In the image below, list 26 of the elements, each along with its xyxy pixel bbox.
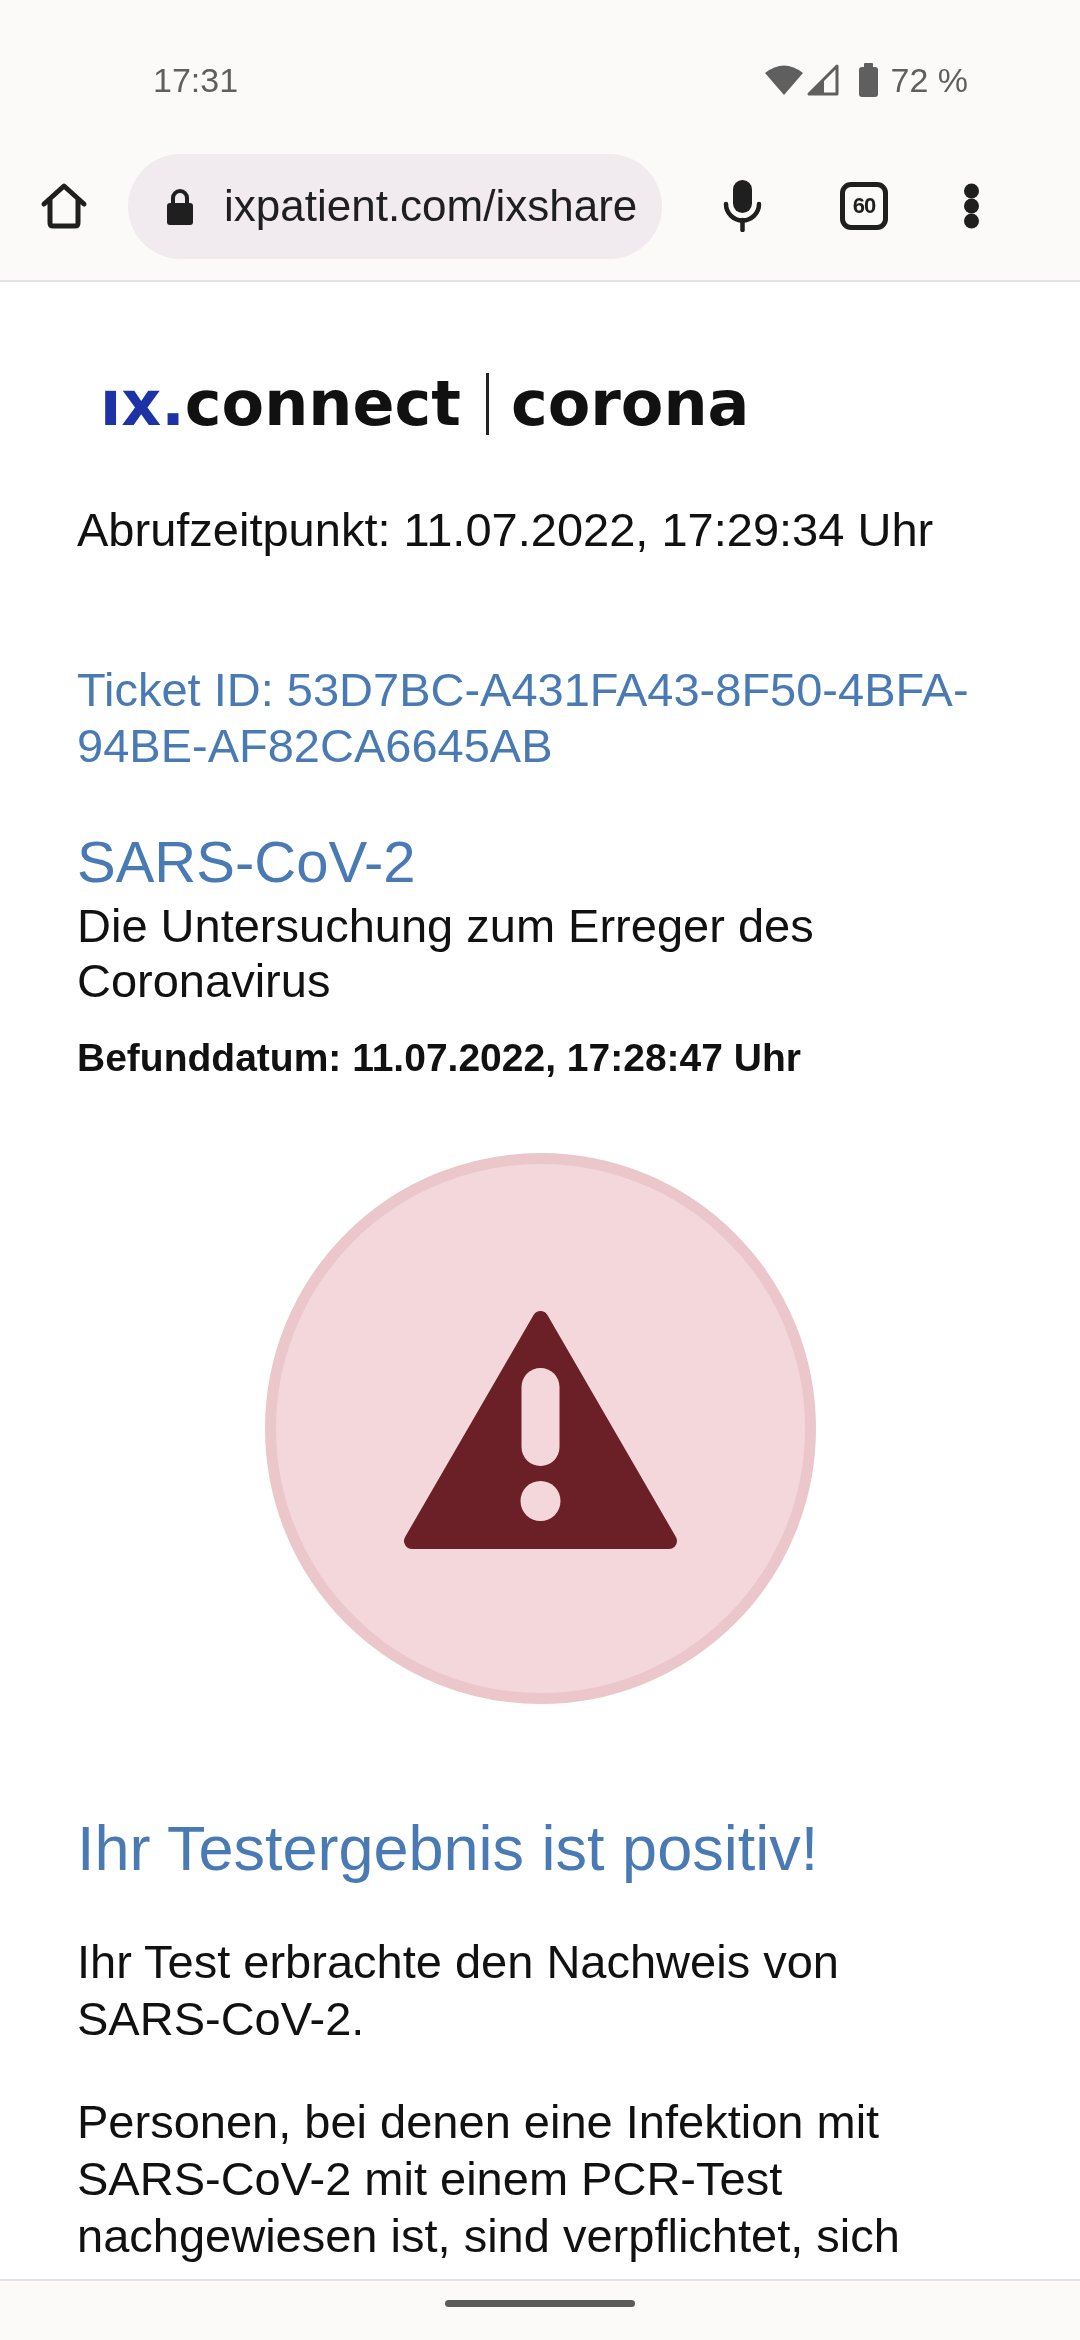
result-date: Befunddatum: 11.07.2022, 17:28:47 Uhr: [77, 1035, 801, 1081]
home-icon: [40, 182, 88, 230]
battery-icon: [857, 63, 879, 97]
logo-product-name: corona: [510, 373, 750, 435]
navigation-handle[interactable]: [445, 2300, 635, 2307]
ticket-id: Ticket ID: 53D7BC-A431FA43-8F50-4BFA-94BE-AF82CA6645AB: [77, 662, 970, 774]
warning-icon: [264, 1153, 816, 1704]
menu-button[interactable]: [963, 183, 980, 229]
more-options-icon: [963, 183, 980, 229]
test-description: Die Untersuchung zum Erreger des Coronavirus: [77, 898, 815, 1008]
wifi-icon: [763, 64, 804, 96]
result-heading: Ihr Testergebnis ist positiv!: [77, 1812, 819, 1885]
voice-search-button[interactable]: [723, 180, 762, 232]
home-button[interactable]: [40, 182, 88, 230]
clock-time: 17:31: [153, 60, 239, 100]
tab-switcher-button[interactable]: 60: [840, 182, 888, 230]
lock-icon: [165, 187, 195, 225]
result-paragraph: Personen, bei denen eine Infektion mit SARS-CoV-2 mit einem PCR-Test nachgewiesen ist, sind verpflichtet, sich: [77, 2094, 901, 2264]
result-paragraph: Ihr Test erbrachte den Nachweis von SARS-CoV-2.: [77, 1934, 840, 2047]
microphone-icon: [723, 180, 762, 232]
address-bar[interactable]: ixpatient.com/ixshare: [128, 153, 662, 259]
test-title: SARS-CoV-2: [77, 828, 416, 895]
cellular-signal-icon: [806, 64, 839, 96]
battery-percentage: 72 %: [890, 60, 968, 100]
logo-wordmark: ıx.connect: [100, 373, 461, 435]
retrieval-timestamp: Abrufzeitpunkt: 11.07.2022, 17:29:34 Uhr: [77, 502, 934, 558]
